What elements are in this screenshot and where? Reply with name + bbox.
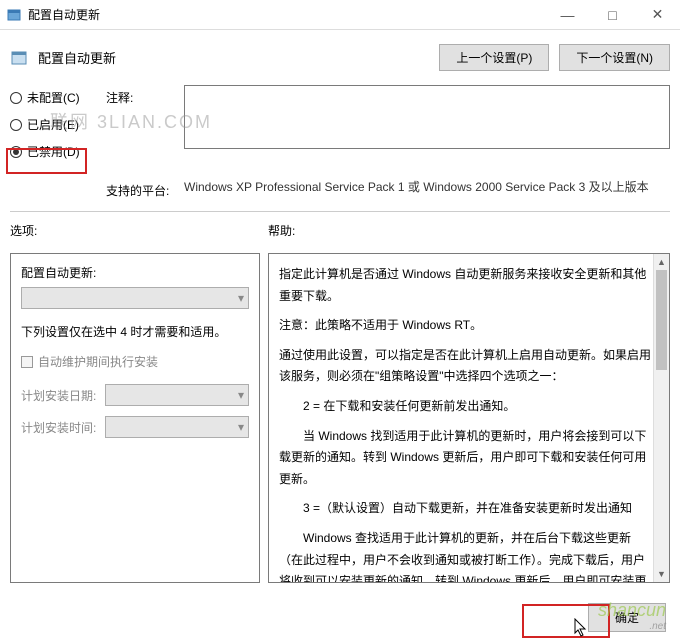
radio-label: 未配置(C) — [27, 89, 80, 106]
radio-icon — [10, 119, 22, 131]
comment-label: 注释: — [106, 85, 176, 170]
scroll-thumb[interactable] — [656, 270, 667, 370]
help-text: 2 = 在下载和安装任何更新前发出通知。 — [279, 396, 655, 418]
footer: 确定 — [588, 603, 666, 632]
radio-label: 已启用(E) — [27, 116, 79, 133]
install-day-row: 计划安装日期: ▾ — [21, 384, 249, 406]
radio-group: 未配置(C) 已启用(E) 已禁用(D) — [10, 85, 98, 170]
checkbox-icon — [21, 356, 33, 368]
help-text: 通过使用此设置，可以指定是否在此计算机上启用自动更新。如果启用该服务，则必须在"… — [279, 345, 655, 388]
next-setting-button[interactable]: 下一个设置(N) — [559, 44, 670, 71]
window-controls: — □ ✕ — [545, 0, 680, 30]
chevron-down-icon: ▾ — [238, 420, 244, 434]
install-day-label: 计划安装日期: — [21, 387, 99, 404]
config-top: 未配置(C) 已启用(E) 已禁用(D) 注释: — [0, 81, 680, 178]
help-text: 3 =（默认设置）自动下载更新，并在准备安装更新时发出通知 — [279, 498, 655, 520]
platform-text: Windows XP Professional Service Pack 1 或… — [184, 178, 670, 199]
scroll-down-icon[interactable]: ▼ — [654, 566, 669, 582]
help-text: 注意：此策略不适用于 Windows RT。 — [279, 315, 655, 337]
header-row: 配置自动更新 上一个设置(P) 下一个设置(N) — [0, 30, 680, 81]
minimize-button[interactable]: — — [545, 0, 590, 30]
titlebar: 配置自动更新 — □ ✕ — [0, 0, 680, 30]
install-time-dropdown[interactable]: ▾ — [105, 416, 249, 438]
radio-label: 已禁用(D) — [27, 143, 80, 160]
ok-button[interactable]: 确定 — [588, 603, 666, 632]
checkbox-label: 自动维护期间执行安装 — [38, 353, 158, 370]
options-panel: 配置自动更新: ▾ 下列设置仅在选中 4 时才需要和适用。 自动维护期间执行安装… — [10, 253, 260, 583]
help-panel: 指定此计算机是否通过 Windows 自动更新服务来接收安全更新和其他重要下载。… — [268, 253, 670, 583]
maximize-button[interactable]: □ — [590, 0, 635, 30]
prev-setting-button[interactable]: 上一个设置(P) — [439, 44, 549, 71]
columns-header: 选项: 帮助: — [0, 216, 680, 245]
chevron-down-icon: ▾ — [238, 291, 244, 305]
close-button[interactable]: ✕ — [635, 0, 680, 30]
page-title: 配置自动更新 — [38, 48, 429, 67]
options-heading: 选项: — [10, 222, 268, 239]
main-columns: 配置自动更新: ▾ 下列设置仅在选中 4 时才需要和适用。 自动维护期间执行安装… — [0, 245, 680, 583]
maintenance-checkbox-row[interactable]: 自动维护期间执行安装 — [21, 353, 249, 370]
radio-disabled[interactable]: 已禁用(D) — [10, 143, 98, 160]
install-time-row: 计划安装时间: ▾ — [21, 416, 249, 438]
config-update-label: 配置自动更新: — [21, 264, 249, 281]
window-icon — [6, 7, 22, 23]
config-update-dropdown[interactable]: ▾ — [21, 287, 249, 309]
chevron-down-icon: ▾ — [238, 388, 244, 402]
help-text: 当 Windows 找到适用于此计算机的更新时，用户将会接到可以下载更新的通知。… — [279, 426, 655, 491]
install-day-dropdown[interactable]: ▾ — [105, 384, 249, 406]
radio-enabled[interactable]: 已启用(E) — [10, 116, 98, 133]
help-heading: 帮助: — [268, 222, 670, 239]
divider — [10, 211, 670, 212]
help-text: 指定此计算机是否通过 Windows 自动更新服务来接收安全更新和其他重要下载。 — [279, 264, 655, 307]
radio-icon — [10, 146, 22, 158]
comment-textarea[interactable] — [184, 85, 670, 149]
scrollbar[interactable]: ▲ ▼ — [653, 254, 669, 582]
radio-not-configured[interactable]: 未配置(C) — [10, 89, 98, 106]
radio-icon — [10, 92, 22, 104]
platform-label: 支持的平台: — [106, 178, 176, 199]
help-text: Windows 查找适用于此计算机的更新，并在后台下载这些更新（在此过程中，用户… — [279, 528, 655, 583]
platform-row: 支持的平台: Windows XP Professional Service P… — [0, 178, 680, 207]
scroll-up-icon[interactable]: ▲ — [654, 254, 669, 270]
window-title: 配置自动更新 — [28, 6, 545, 23]
install-time-label: 计划安装时间: — [21, 419, 99, 436]
policy-icon — [10, 49, 28, 67]
options-note: 下列设置仅在选中 4 时才需要和适用。 — [21, 323, 249, 341]
